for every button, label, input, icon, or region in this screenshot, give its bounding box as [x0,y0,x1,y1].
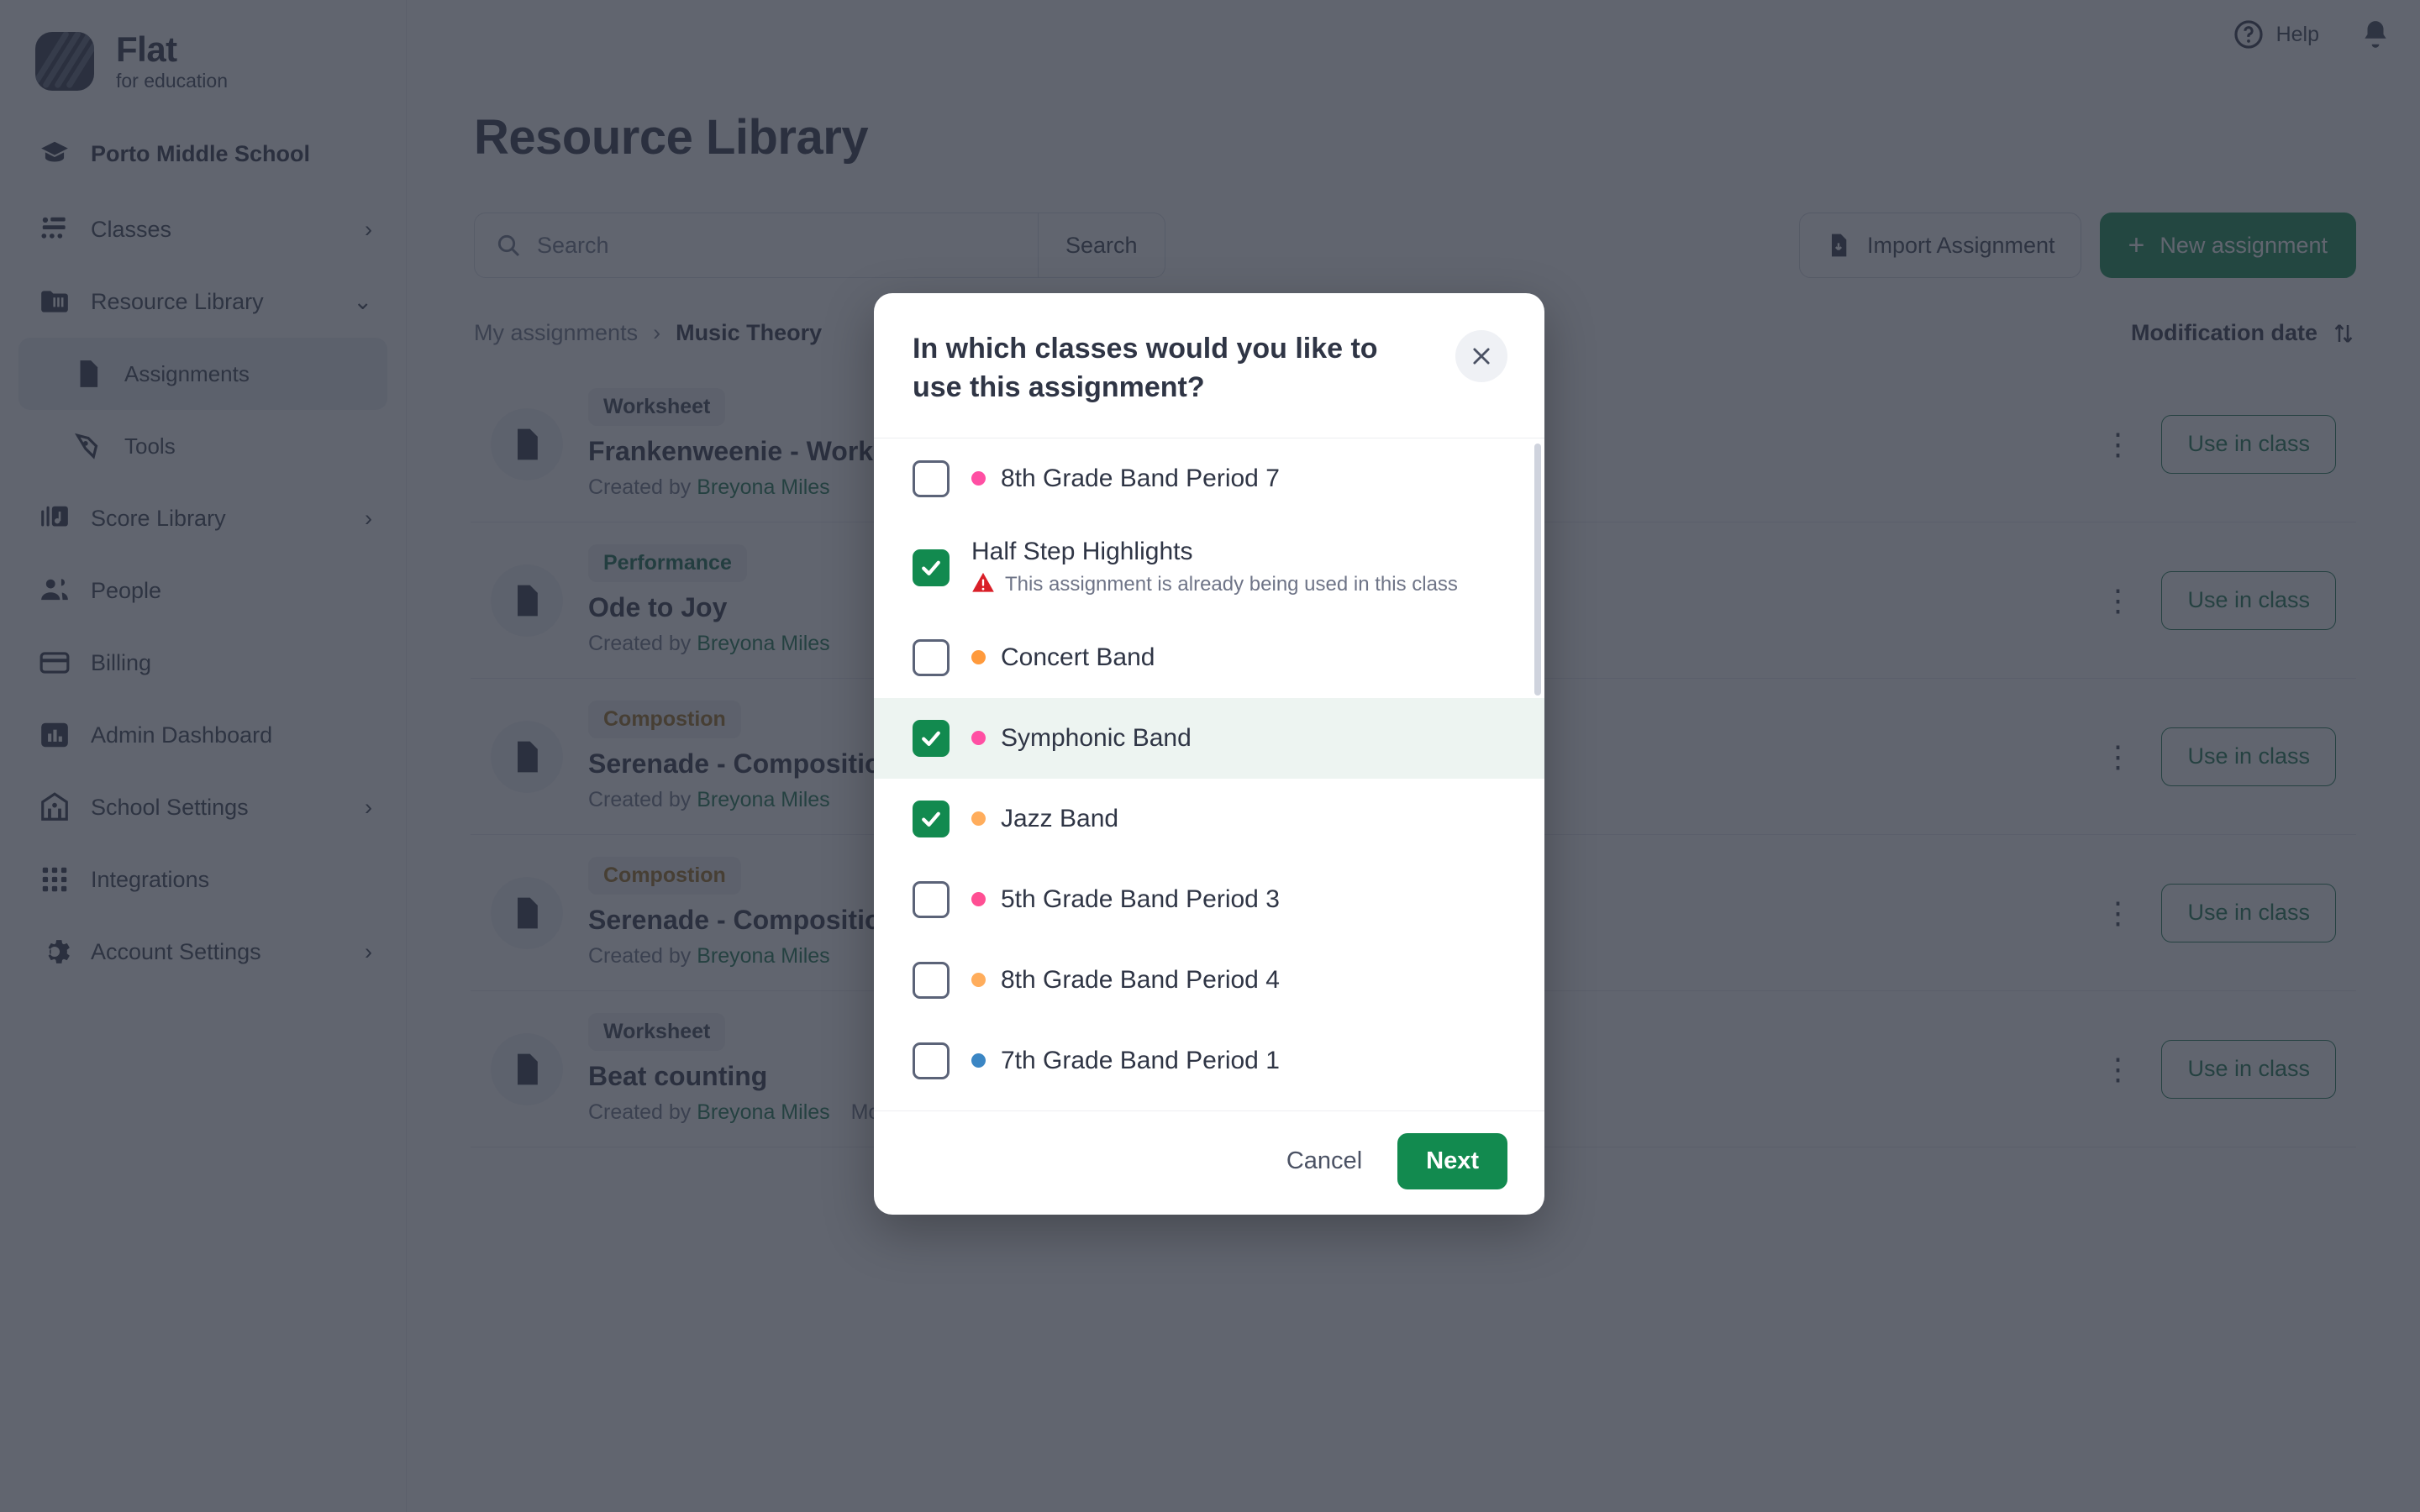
class-color-dot-icon [971,973,986,988]
class-info: Concert Band [971,643,1155,672]
scrollbar-thumb[interactable] [1534,443,1541,696]
use-in-class-dialog: In which classes would you like to use t… [874,293,1544,1215]
class-name-row: 8th Grade Band Period 7 [971,465,1280,493]
class-name: Jazz Band [1001,804,1119,832]
dialog-title: In which classes would you like to use t… [913,333,1378,403]
dialog-header: In which classes would you like to use t… [874,293,1544,438]
checkbox-checked[interactable] [913,719,950,757]
class-name: 8th Grade Band Period 7 [1001,464,1280,492]
class-color-dot-icon [971,650,986,665]
class-list-item[interactable]: Jazz Band [874,779,1544,859]
class-color-dot-icon [971,471,986,486]
class-name-row: Concert Band [971,643,1155,672]
class-name-row: Jazz Band [971,805,1118,833]
checkbox-unchecked[interactable] [913,880,950,918]
class-info: 8th Grade Band Period 4 [971,966,1280,995]
class-warning: This assignment is already being used in… [971,571,1458,599]
class-list-item[interactable]: 8th Grade Band Period 7 [874,438,1544,519]
class-color-dot-icon [971,1053,986,1068]
class-list-item[interactable]: 7th Grade Band Period 1 [874,1021,1544,1101]
class-list-item[interactable]: Symphonic Band [874,697,1544,779]
checkbox-unchecked[interactable] [913,459,950,497]
class-info: Jazz Band [971,805,1118,833]
class-name: 7th Grade Band Period 1 [1001,1046,1280,1074]
class-name-row: Symphonic Band [971,724,1192,753]
checkbox-checked[interactable] [913,549,950,587]
warning-triangle-icon [971,571,995,599]
checkbox-unchecked[interactable] [913,961,950,999]
class-name: 8th Grade Band Period 4 [1001,965,1280,994]
class-info: 8th Grade Band Period 7 [971,465,1280,493]
class-list-item[interactable]: 5th Grade Band Period 3 [874,859,1544,940]
class-name: Symphonic Band [1001,723,1192,752]
class-name-row: 7th Grade Band Period 1 [971,1047,1280,1075]
class-list-item[interactable]: 8th Grade Band Period 4 [874,940,1544,1021]
class-warning-text: This assignment is already being used in… [1005,573,1458,596]
dialog-footer: Cancel Next [874,1110,1544,1215]
class-color-dot-icon [971,731,986,746]
class-info: 5th Grade Band Period 3 [971,885,1280,914]
class-name: Half Step Highlights [971,537,1193,565]
class-list-item[interactable]: Concert Band [874,617,1544,698]
class-name-row: 8th Grade Band Period 4 [971,966,1280,995]
class-color-dot-icon [971,892,986,907]
checkbox-unchecked[interactable] [913,638,950,676]
class-list-item[interactable]: Half Step Highlights This assignment is a… [874,519,1544,617]
class-color-dot-icon [971,811,986,827]
checkbox-unchecked[interactable] [913,1042,950,1079]
class-name: 5th Grade Band Period 3 [1001,885,1280,913]
next-button[interactable]: Next [1397,1133,1507,1189]
class-name: Concert Band [1001,643,1155,671]
class-name-row: Half Step Highlights [971,538,1458,566]
close-icon[interactable] [1455,330,1507,382]
class-info: Symphonic Band [971,724,1192,753]
cancel-button[interactable]: Cancel [1270,1136,1379,1187]
class-name-row: 5th Grade Band Period 3 [971,885,1280,914]
class-info: Half Step Highlights This assignment is a… [971,538,1458,599]
checkbox-checked[interactable] [913,800,950,837]
class-info: 7th Grade Band Period 1 [971,1047,1280,1075]
class-list[interactable]: 8th Grade Band Period 7 Half Step Highlig… [874,438,1544,1110]
